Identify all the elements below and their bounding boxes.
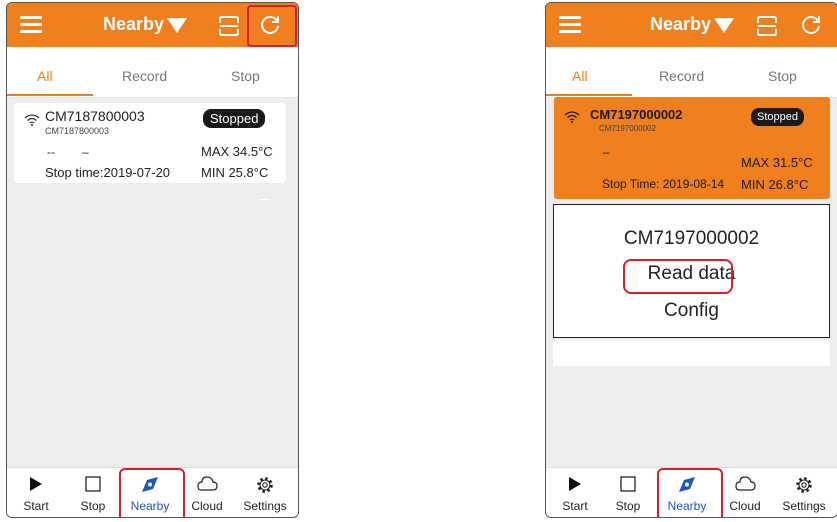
refresh-icon[interactable] bbox=[800, 14, 822, 36]
nav-settings[interactable]: Settings bbox=[236, 468, 294, 517]
header-title: Nearby bbox=[650, 14, 712, 34]
tab-stop[interactable]: Stop bbox=[768, 68, 797, 84]
tab-bar: All Record Stop bbox=[546, 47, 837, 98]
max-temperature: MAX 34.5°C bbox=[201, 144, 273, 159]
divider bbox=[260, 199, 270, 200]
caret-down-icon bbox=[167, 17, 188, 33]
nav-label: Start bbox=[23, 499, 49, 513]
device-field-1: -- bbox=[47, 145, 55, 159]
active-tab-indicator bbox=[546, 94, 632, 96]
gear-icon bbox=[796, 477, 812, 493]
bottom-nav: Start Stop Nearby Cloud Settings bbox=[7, 467, 298, 517]
wifi-icon bbox=[24, 114, 40, 126]
nav-label: Cloud bbox=[729, 499, 761, 513]
nav-label: Stop bbox=[80, 499, 106, 513]
read-data-highlight-box bbox=[623, 259, 733, 294]
nav-start[interactable]: Start bbox=[546, 468, 604, 517]
min-temperature: MIN 26.8°C bbox=[741, 177, 809, 192]
tab-bar: All Record Stop bbox=[7, 47, 298, 98]
nav-settings[interactable]: Settings bbox=[775, 468, 833, 517]
menu-device-title: CM7197000002 bbox=[623, 228, 760, 249]
config-button[interactable]: Config bbox=[554, 300, 829, 322]
play-icon bbox=[30, 477, 42, 491]
cloud-icon bbox=[197, 476, 218, 491]
phone-screen-left: Nearby All Record Stop CM7187800003 CM71… bbox=[6, 2, 299, 518]
bottom-nav: Start Stop Nearby Cloud Settings bbox=[546, 467, 837, 517]
gear-icon bbox=[257, 477, 273, 493]
device-card-selected[interactable]: CM7197000002 CM7197000002 Stopped – MAX … bbox=[554, 97, 830, 199]
nav-cloud[interactable]: Cloud bbox=[178, 468, 236, 517]
scan-icon[interactable] bbox=[756, 15, 778, 37]
device-card[interactable]: CM7187800003 CM7187800003 Stopped -- – M… bbox=[14, 103, 286, 183]
tab-record[interactable]: Record bbox=[122, 68, 167, 84]
device-sub-id: CM7187800003 bbox=[45, 126, 110, 136]
nav-start[interactable]: Start bbox=[7, 468, 65, 517]
nav-label: Settings bbox=[782, 499, 826, 513]
stop-square-icon bbox=[85, 476, 101, 492]
menu-icon[interactable] bbox=[559, 16, 581, 34]
nav-stop[interactable]: Stop bbox=[599, 468, 657, 517]
tab-all[interactable]: All bbox=[37, 68, 53, 84]
min-temperature: MIN 25.8°C bbox=[201, 165, 269, 180]
nearby-dropdown[interactable]: Nearby bbox=[650, 14, 735, 35]
wifi-icon bbox=[564, 111, 580, 123]
tab-all[interactable]: All bbox=[572, 68, 588, 84]
device-id: CM7197000002 bbox=[590, 107, 683, 122]
device-field-1: – bbox=[603, 145, 610, 159]
menu-icon[interactable] bbox=[20, 16, 42, 34]
caret-down-icon bbox=[714, 17, 735, 33]
nav-stop[interactable]: Stop bbox=[64, 468, 122, 517]
nearby-highlight-box bbox=[657, 468, 723, 517]
stop-time: Stop Time: 2019-08-14 bbox=[602, 177, 725, 191]
scan-icon[interactable] bbox=[218, 15, 240, 37]
phone-screen-right: Nearby All Record Stop CM7197000002 CM71… bbox=[545, 2, 837, 518]
device-sub-id: CM7197000002 bbox=[599, 124, 656, 133]
tab-stop[interactable]: Stop bbox=[231, 68, 260, 84]
device-field-2: – bbox=[82, 145, 89, 159]
nav-label: Cloud bbox=[191, 499, 223, 513]
device-id: CM7187800003 bbox=[45, 108, 145, 124]
device-action-menu: CM7197000002 Read data Config bbox=[553, 204, 830, 338]
status-badge: Stopped bbox=[751, 108, 804, 126]
nearby-dropdown[interactable]: Nearby bbox=[103, 14, 188, 35]
nearby-highlight-box bbox=[119, 468, 185, 517]
status-badge: Stopped bbox=[203, 109, 266, 128]
list-row-blank bbox=[553, 340, 830, 366]
play-icon bbox=[569, 477, 581, 491]
nav-label: Settings bbox=[243, 499, 287, 513]
stop-time: Stop time:2019-07-20 bbox=[45, 165, 171, 180]
nav-label: Stop bbox=[615, 499, 641, 513]
app-header: Nearby bbox=[546, 3, 837, 47]
stop-square-icon bbox=[620, 476, 636, 492]
refresh-highlight-box bbox=[247, 5, 297, 47]
max-temperature: MAX 31.5°C bbox=[741, 155, 813, 170]
nav-label: Start bbox=[562, 499, 588, 513]
header-title: Nearby bbox=[103, 14, 165, 34]
nav-cloud[interactable]: Cloud bbox=[716, 468, 774, 517]
tab-record[interactable]: Record bbox=[659, 68, 704, 84]
active-tab-indicator bbox=[7, 94, 93, 96]
cloud-icon bbox=[735, 476, 756, 491]
app-header: Nearby bbox=[7, 3, 298, 47]
